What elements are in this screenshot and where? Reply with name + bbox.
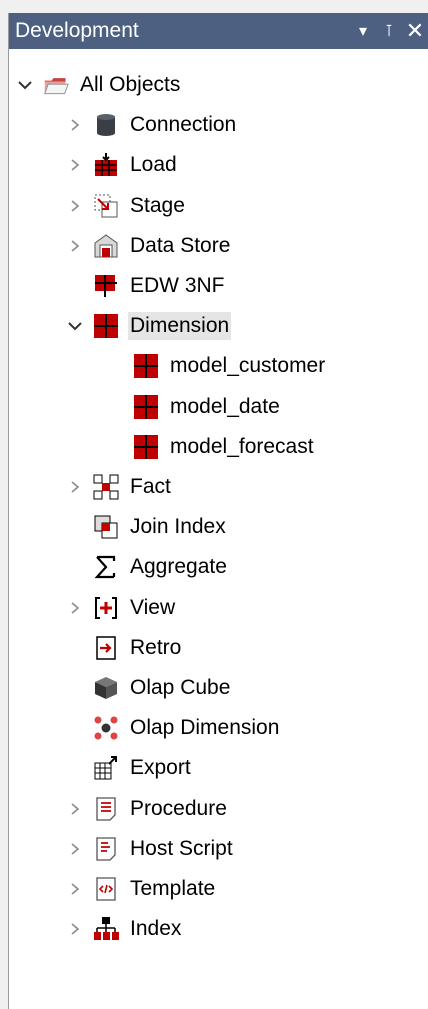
tree-item-label: EDW 3NF <box>130 274 225 297</box>
tree-item-label: Procedure <box>130 796 227 820</box>
template-icon <box>93 876 119 902</box>
tree-item-label: View <box>130 595 176 619</box>
chevron-down-icon[interactable] <box>67 310 83 342</box>
chevron-right-icon[interactable] <box>67 190 83 222</box>
load-table-icon <box>93 152 119 178</box>
tree-item-olap-cube[interactable]: Olap Cube <box>67 672 232 704</box>
chevron-right-icon[interactable] <box>67 109 83 141</box>
tree-item-label: Olap Dimension <box>130 716 280 740</box>
tree-item-label: Olap Cube <box>130 676 231 699</box>
cube-icon <box>93 675 119 701</box>
folder-open-icon <box>43 72 69 98</box>
chevron-right-icon[interactable] <box>67 913 83 945</box>
tree-item-model-date[interactable]: model_date <box>107 391 282 423</box>
tree-item-label: Export <box>130 756 191 780</box>
panel-titlebar: Development ▾ ⊺ ✕ <box>9 13 428 49</box>
tree-item-label: Template <box>130 877 216 900</box>
tree-item-label: model_customer <box>170 354 326 378</box>
tree-item-label: model_forecast <box>170 434 314 458</box>
tree-item-edw-3nf[interactable]: EDW 3NF <box>67 270 227 302</box>
edw-table-icon <box>93 273 119 299</box>
tree-item-connection[interactable]: Connection <box>67 109 238 141</box>
dimension-icon <box>93 313 119 339</box>
fact-icon <box>93 474 119 500</box>
olap-dimension-icon <box>93 715 119 741</box>
chevron-right-icon[interactable] <box>67 230 83 262</box>
tree-item-dimension[interactable]: Dimension <box>67 310 232 342</box>
tree-item-retro[interactable]: Retro <box>67 632 183 664</box>
retro-icon <box>93 635 119 661</box>
index-icon <box>93 916 119 942</box>
stage-table-icon <box>93 193 119 219</box>
tree-item-label: Retro <box>130 635 182 659</box>
chevron-right-icon[interactable] <box>67 149 83 181</box>
tree-item-data-store[interactable]: Data Store <box>67 230 232 262</box>
sigma-icon <box>93 554 119 580</box>
tree-item-procedure[interactable]: Procedure <box>67 793 229 825</box>
chevron-right-icon[interactable] <box>67 873 83 905</box>
tree-item-template[interactable]: Template <box>67 873 217 905</box>
tree-item-join-index[interactable]: Join Index <box>67 511 228 543</box>
tree-item-olap-dimension[interactable]: Olap Dimension <box>67 712 281 744</box>
panel-controls: ▾ ⊺ ✕ <box>354 18 428 43</box>
database-icon <box>93 112 119 138</box>
dimension-icon <box>133 353 159 379</box>
tree-item-export[interactable]: Export <box>67 752 193 784</box>
tree-item-index[interactable]: Index <box>67 913 183 945</box>
tree-item-fact[interactable]: Fact <box>67 471 173 503</box>
panel-title: Development <box>15 19 139 42</box>
view-icon <box>93 595 119 621</box>
tree-item-label: Aggregate <box>130 555 227 579</box>
tree-item-label: Dimension <box>128 312 232 341</box>
tree-item-label: Index <box>130 917 182 941</box>
script-icon <box>93 836 119 862</box>
tree-item-label: Connection <box>130 113 237 137</box>
tree-item-label: Data Store <box>130 233 231 257</box>
tree-item-label: Load <box>130 153 177 177</box>
close-icon[interactable]: ✕ <box>406 18 424 43</box>
tree-item-label: Join Index <box>130 515 226 539</box>
tree-item-view[interactable]: View <box>67 592 177 624</box>
chevron-right-icon[interactable] <box>67 471 83 503</box>
export-icon <box>93 755 119 781</box>
tree-item-stage[interactable]: Stage <box>67 190 187 222</box>
chevron-right-icon[interactable] <box>67 833 83 865</box>
tree-item-all-objects[interactable]: All Objects <box>17 69 182 101</box>
chevron-right-icon[interactable] <box>67 592 83 624</box>
data-store-icon <box>93 233 119 259</box>
tree-item-label: Stage <box>130 193 185 217</box>
join-index-icon <box>93 514 119 540</box>
dropdown-icon[interactable]: ▾ <box>354 20 372 42</box>
dimension-icon <box>133 434 159 460</box>
tree-item-label: Fact <box>130 475 171 498</box>
tree-item-model-forecast[interactable]: model_forecast <box>107 431 316 463</box>
development-panel: Development ▾ ⊺ ✕ All Objects Connection… <box>8 13 428 1009</box>
tree-item-model-customer[interactable]: model_customer <box>107 350 327 382</box>
tree-item-aggregate[interactable]: Aggregate <box>67 551 229 583</box>
tree-item-label: model_date <box>170 394 280 418</box>
tree-item-host-script[interactable]: Host Script <box>67 833 235 865</box>
procedure-icon <box>93 796 119 822</box>
dimension-icon <box>133 394 159 420</box>
pin-icon[interactable]: ⊺ <box>380 20 398 42</box>
tree-item-label: Host Script <box>130 836 233 860</box>
tree-item-load[interactable]: Load <box>67 149 179 181</box>
chevron-down-icon[interactable] <box>17 69 33 101</box>
chevron-right-icon[interactable] <box>67 793 83 825</box>
tree-item-label: All Objects <box>80 73 181 96</box>
